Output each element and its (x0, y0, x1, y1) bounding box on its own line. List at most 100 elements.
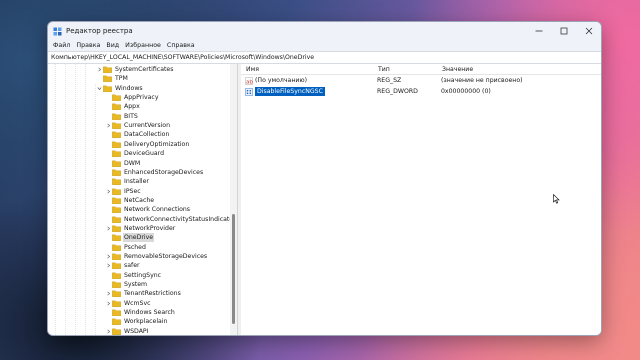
tree-item-label: DeliveryOptimization (124, 140, 190, 148)
registry-editor-window: Редактор реестра Файл Правка Вид Избранн… (47, 21, 602, 336)
value-name[interactable]: DisableFileSyncNGSC (255, 87, 325, 96)
key-tree-pane[interactable]: SystemCertificates TPM Windows AppPrivacy Ap… (48, 64, 238, 335)
chevron-right-icon[interactable] (105, 187, 112, 196)
values-header: Имя Тип Значение (241, 64, 601, 75)
tree-item-label: DataCollection (124, 131, 170, 139)
tree-item[interactable]: Windows (96, 84, 144, 93)
tree-item[interactable]: DeviceGuard (105, 149, 165, 158)
folder-icon (112, 281, 121, 288)
mouse-cursor-icon (553, 194, 560, 204)
chevron-right-icon[interactable] (105, 289, 112, 298)
folder-icon (112, 225, 121, 232)
chevron-right-icon[interactable] (96, 65, 103, 74)
chevron-down-icon[interactable] (96, 84, 103, 93)
tree-item[interactable]: Windows Search (105, 308, 176, 317)
close-button[interactable] (576, 22, 601, 40)
tree-item[interactable]: SettingSync (105, 271, 162, 280)
menu-bar: Файл Правка Вид Избранное Справка (48, 40, 601, 51)
tree-item[interactable]: Appx (105, 102, 141, 111)
tree-item[interactable]: OneDrive (105, 233, 155, 243)
tree-item[interactable]: DWM (105, 159, 141, 168)
chevron-right-icon[interactable] (105, 252, 112, 261)
chevron-right-icon[interactable] (105, 261, 112, 270)
chevron-right-icon[interactable] (105, 224, 112, 233)
menu-help[interactable]: Справка (164, 42, 198, 49)
tree-item[interactable]: Network Connections (105, 205, 191, 214)
tree-item-label: TenantRestrictions (124, 290, 181, 298)
window-title: Редактор реестра (66, 27, 133, 35)
tree-item[interactable]: IPSec (105, 187, 142, 196)
value-row[interactable]: ab (По умолчанию) REG_SZ (значение не присв… (241, 75, 601, 86)
tree-item[interactable]: Installer (105, 177, 150, 186)
menu-favorites[interactable]: Избранное (122, 42, 164, 49)
tree-item[interactable]: DataCollection (105, 130, 170, 139)
folder-icon (112, 272, 121, 279)
tree-item-label: Windows (115, 84, 143, 92)
value-name[interactable]: (По умолчанию) (255, 77, 307, 84)
registry-editor-icon (53, 27, 62, 36)
values-pane[interactable]: Имя Тип Значение ab (По умолчанию) REG_SZ(… (241, 64, 601, 335)
address-path[interactable]: Компьютер\HKEY_LOCAL_MACHINE\SOFTWARE\Po… (51, 54, 314, 61)
folder-icon (112, 318, 121, 326)
tree-item[interactable]: NetworkProvider (105, 224, 176, 233)
maximize-button[interactable] (551, 22, 576, 40)
menu-file[interactable]: Файл (50, 42, 73, 49)
minimize-button[interactable] (526, 22, 551, 40)
tree-scrollbar[interactable] (230, 64, 237, 335)
address-bar[interactable]: Компьютер\HKEY_LOCAL_MACHINE\SOFTWARE\Po… (48, 51, 601, 64)
tree-item[interactable]: Psched (105, 243, 147, 252)
tree-item-label: Windows Search (124, 309, 175, 317)
tree-item[interactable]: AppPrivacy (105, 93, 160, 102)
folder-icon (112, 197, 121, 204)
tree-item-label: NetworkConnectivityStatusIndicator (124, 215, 236, 223)
tree-item[interactable]: TenantRestrictions (105, 289, 182, 298)
column-name-header[interactable]: Имя (241, 66, 378, 73)
tree-item[interactable]: EnhancedStorageDevices (105, 168, 204, 177)
tree-item[interactable]: DeliveryOptimization (105, 140, 190, 149)
folder-icon (112, 290, 121, 298)
folder-icon (112, 328, 121, 335)
folder-icon (112, 253, 121, 260)
folder-icon (112, 113, 121, 120)
chevron-right-icon[interactable] (105, 299, 112, 308)
column-type-header[interactable]: Тип (378, 66, 442, 73)
value-data: 0x00000000 (0) (441, 88, 491, 95)
chevron-right-icon[interactable] (105, 121, 112, 130)
tree-item[interactable]: WcmSvc (105, 299, 152, 308)
svg-text:ab: ab (246, 79, 253, 85)
tree-item-label: EnhancedStorageDevices (124, 168, 204, 176)
value-type: REG_DWORD (377, 88, 418, 95)
tree-item[interactable]: Workplacelain (105, 317, 168, 326)
tree-item-label: SystemCertificates (115, 66, 174, 73)
folder-icon (103, 66, 112, 73)
chevron-right-icon[interactable] (105, 327, 112, 335)
folder-icon (112, 178, 121, 186)
tree-item-label: System (124, 281, 148, 289)
tree-item[interactable]: System (105, 280, 148, 289)
tree-item-label: safer (124, 262, 140, 270)
menu-view[interactable]: Вид (103, 42, 122, 49)
value-list: ab (По умолчанию) REG_SZ (значение не присв… (241, 75, 601, 97)
tree-item[interactable]: SystemCertificates (96, 65, 174, 74)
tree-item[interactable]: NetCache (105, 196, 155, 205)
tree-item[interactable]: WSDAPI (105, 327, 150, 335)
title-bar[interactable]: Редактор реестра (48, 22, 601, 40)
tree-scrollbar-thumb[interactable] (232, 214, 235, 324)
tree-item[interactable]: RemovableStorageDevices (105, 252, 208, 261)
tree-item[interactable]: CurrentVersion (105, 121, 171, 130)
folder-icon (112, 262, 121, 270)
menu-edit[interactable]: Правка (73, 42, 103, 49)
tree-item[interactable]: TPM (96, 74, 129, 83)
tree-item[interactable]: NetworkConnectivityStatusIndicator (105, 215, 237, 224)
tree-item[interactable]: BITS (105, 112, 139, 121)
value-row[interactable]: DisableFileSyncNGSC REG_DWORD 0x00000000 (… (241, 86, 601, 97)
folder-icon (112, 169, 121, 176)
tree-item[interactable]: safer (105, 261, 141, 270)
column-data-header[interactable]: Значение (442, 66, 592, 73)
tree-item-label: WSDAPI (124, 327, 149, 335)
folder-icon (112, 160, 121, 167)
